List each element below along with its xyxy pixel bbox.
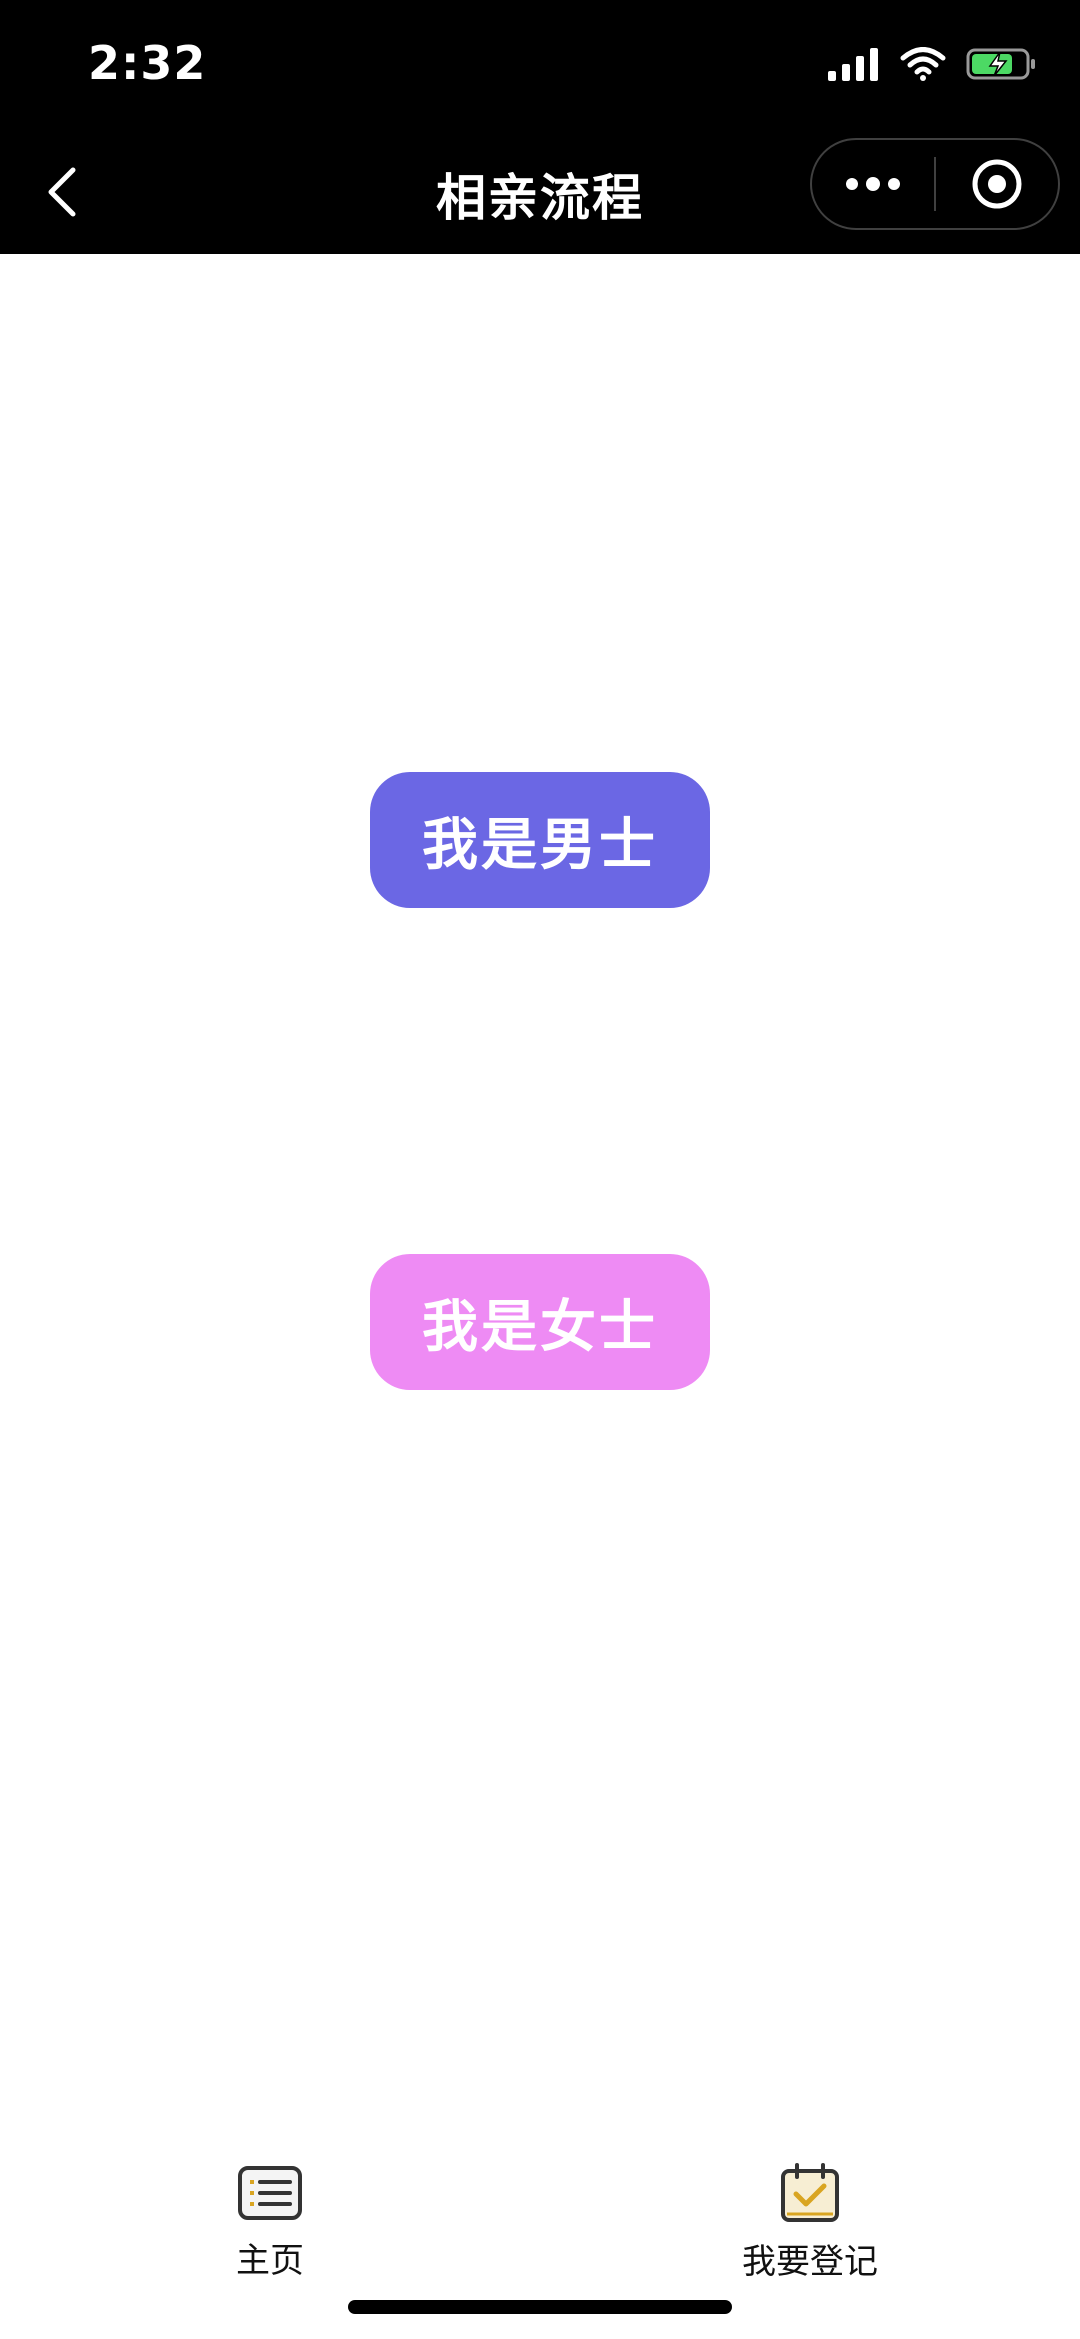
tab-bar: 主页 我要登记	[0, 2140, 1080, 2290]
tab-home-label: 主页	[236, 2241, 304, 2281]
nav-bar: 相亲流程	[0, 130, 1080, 254]
capsule-menu	[810, 138, 1060, 230]
status-time: 2:32	[88, 36, 207, 90]
tab-home[interactable]: 主页	[160, 2162, 380, 2282]
mini-program-screen: 2:32 相亲流程 我是男士 我是女士 主页 我要登记	[0, 0, 1080, 2339]
more-button[interactable]	[812, 140, 934, 228]
female-choice-button[interactable]: 我是女士	[370, 1254, 710, 1390]
list-icon	[235, 2162, 305, 2223]
target-circle-icon	[972, 159, 1022, 209]
close-miniprogram-button[interactable]	[936, 140, 1058, 228]
calendar-check-icon	[775, 2162, 845, 2224]
home-indicator	[348, 2300, 732, 2314]
male-choice-button[interactable]: 我是男士	[370, 772, 710, 908]
tab-register-label: 我要登记	[742, 2242, 878, 2282]
cellular-signal-icon	[828, 48, 878, 81]
more-dots-icon	[846, 177, 900, 191]
tab-register[interactable]: 我要登记	[700, 2162, 920, 2282]
battery-charging-icon	[966, 48, 1035, 80]
wifi-icon	[900, 47, 946, 81]
status-bar: 2:32	[0, 0, 1080, 130]
status-icons	[828, 44, 1038, 84]
